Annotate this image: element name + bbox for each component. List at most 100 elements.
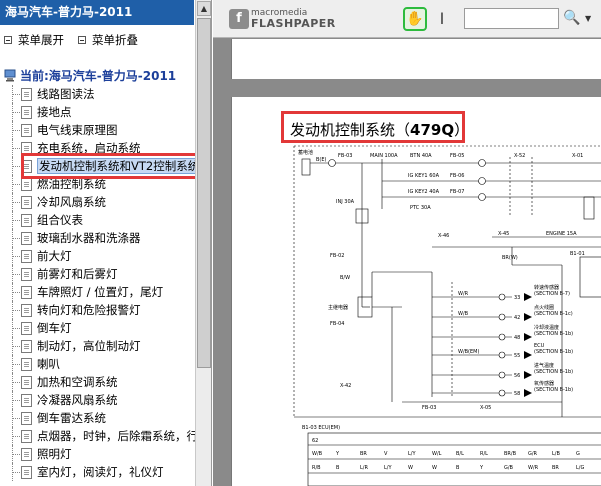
tree-guide-line bbox=[12, 454, 20, 455]
document-icon bbox=[21, 250, 32, 263]
label-fb07: FB-07 bbox=[450, 189, 464, 195]
label-b1-01: B1-01 bbox=[570, 251, 585, 257]
tree-guide-line bbox=[12, 328, 20, 329]
tree-item[interactable]: 倒车雷达系统 bbox=[0, 409, 195, 427]
tree-root[interactable]: 当前:海马汽车-普力马-2011 bbox=[4, 67, 176, 85]
text-select-tool-icon[interactable]: I bbox=[435, 8, 449, 30]
document-icon bbox=[21, 106, 32, 119]
tree-guide-line bbox=[12, 418, 20, 419]
tree-item[interactable]: 线路图读法 bbox=[0, 85, 195, 103]
label-sec-b1b: (SECTION B-1b) bbox=[534, 331, 573, 337]
table-cell: L/Y bbox=[384, 465, 392, 471]
scroll-up-arrow-icon[interactable]: ▲ bbox=[197, 1, 211, 16]
label-fb02: FB-02 bbox=[330, 253, 344, 259]
tree-item[interactable]: 制动灯，高位制动灯 bbox=[0, 337, 195, 355]
tree-guide-line bbox=[12, 436, 20, 437]
menu-panel: 海马汽车-普力马-2011 菜单展开 菜单折叠 当前:海马汽车-普力马-2011… bbox=[0, 0, 212, 486]
search-icon[interactable]: 🔍 bbox=[562, 8, 582, 29]
table-cell: L/R bbox=[360, 465, 368, 471]
tree-item-label: 点烟器，时钟，后除霜系统，行李 bbox=[37, 429, 195, 443]
tree-item[interactable]: 转向灯和危险报警灯 bbox=[0, 301, 195, 319]
table-cell: B bbox=[336, 465, 340, 471]
table-cell: L/Y bbox=[408, 451, 416, 457]
tree-item-label: 制动灯，高位制动灯 bbox=[37, 339, 141, 353]
tree-item[interactable]: 电气线束原理图 bbox=[0, 121, 195, 139]
collapse-label: 菜单折叠 bbox=[92, 33, 138, 47]
table-cell: BR bbox=[360, 451, 367, 457]
label-btn-fuse: BTN 40A bbox=[410, 153, 432, 159]
document-icon bbox=[21, 196, 32, 209]
label-battery: 蓄电池 bbox=[298, 149, 313, 156]
label-x05: X-05 bbox=[480, 405, 491, 411]
search-input[interactable] bbox=[464, 8, 559, 29]
wiring-diagram: 蓄电池 B(E) FB-03 MAIN 100A BTN 40A FB-05 X… bbox=[293, 145, 601, 486]
document-icon bbox=[21, 178, 32, 191]
tree-guide-line bbox=[12, 148, 20, 149]
label-pin-62: 62 bbox=[312, 438, 318, 444]
brand-large: FLASHPAPER bbox=[251, 17, 336, 30]
tree-item-label: 加热和空调系统 bbox=[37, 375, 118, 389]
tree-item[interactable]: 室内灯，阅读灯，礼仪灯 bbox=[0, 463, 195, 481]
table-cell: L/B bbox=[552, 451, 560, 457]
tree-item[interactable]: 接地点 bbox=[0, 103, 195, 121]
label-ig-key1: IG KEY1 60A bbox=[408, 173, 440, 179]
label-pin-56: 56 bbox=[514, 373, 520, 379]
hand-tool-icon[interactable]: ✋ bbox=[403, 7, 427, 31]
tree-guide-line bbox=[12, 274, 20, 275]
scroll-thumb[interactable] bbox=[197, 18, 211, 368]
document-viewer: f macromedia FLASHPAPER ✋ I 🔍 ▼ 发动机控制系统（… bbox=[213, 0, 601, 486]
document-icon bbox=[21, 214, 32, 227]
tree-guide-line bbox=[12, 400, 20, 401]
tree-item[interactable]: 喇叭 bbox=[0, 355, 195, 373]
tree-guide-line bbox=[12, 94, 20, 95]
tree-item[interactable]: 加热和空调系统 bbox=[0, 373, 195, 391]
expand-menu-button[interactable]: 菜单展开 bbox=[4, 32, 64, 48]
tree-item-label: 倒车雷达系统 bbox=[37, 411, 106, 425]
tree-item[interactable]: 冷凝器风扇系统 bbox=[0, 391, 195, 409]
tree-item[interactable]: 前大灯 bbox=[0, 247, 195, 265]
search-dropdown-icon[interactable]: ▼ bbox=[585, 8, 597, 29]
label-br-w: BR(W) bbox=[502, 255, 518, 261]
label-w-b: W/B bbox=[458, 311, 469, 317]
tree-item[interactable]: 倒车灯 bbox=[0, 319, 195, 337]
tree-item[interactable]: 充电系统，启动系统 bbox=[0, 139, 195, 157]
tree-item-label: 冷凝器风扇系统 bbox=[37, 393, 118, 407]
vertical-scrollbar[interactable]: ▲ bbox=[195, 0, 211, 486]
label-comp3: 冷却液温度 bbox=[534, 324, 559, 331]
tree-item[interactable]: 组合仪表 bbox=[0, 211, 195, 229]
tree-item[interactable]: 燃油控制系统 bbox=[0, 175, 195, 193]
label-ig-key2: IG KEY2 40A bbox=[408, 189, 440, 195]
tree-item-label: 燃油控制系统 bbox=[37, 177, 106, 191]
label-main-fuse: MAIN 100A bbox=[370, 153, 398, 159]
table-cell: W/B bbox=[312, 451, 323, 457]
tree-guide-line bbox=[12, 472, 20, 473]
tree-item[interactable]: 点烟器，时钟，后除霜系统，行李 bbox=[0, 427, 195, 445]
tree-item-label: 照明灯 bbox=[37, 447, 72, 461]
tree-item[interactable]: 前雾灯和后雾灯 bbox=[0, 265, 195, 283]
table-cell: L/G bbox=[576, 465, 584, 471]
tree-item[interactable]: 玻璃刮水器和洗涤器 bbox=[0, 229, 195, 247]
tree-item-label: 接地点 bbox=[37, 105, 72, 119]
collapse-menu-button[interactable]: 菜单折叠 bbox=[78, 32, 138, 48]
tree-guide-line bbox=[12, 292, 20, 293]
tree-guide-line bbox=[12, 202, 20, 203]
document-page[interactable]: 发动机控制系统（479Q） 蓄电池 B(E) FB-03 MAIN 100A B… bbox=[231, 97, 601, 486]
label-fb03: FB-03 bbox=[338, 153, 352, 159]
tree-root-label: 当前:海马汽车-普力马-2011 bbox=[20, 69, 177, 83]
label-comp2: 点火线圈 bbox=[534, 304, 554, 311]
table-cell: V bbox=[384, 451, 388, 457]
tree-item[interactable]: 车牌照灯 / 位置灯，尾灯 bbox=[0, 283, 195, 301]
label-relay: 主继电器 bbox=[328, 304, 348, 311]
tree-item[interactable]: 发动机控制系统和VT2控制系统 bbox=[0, 157, 195, 175]
label-sec-b1c: (SECTION B-1c) bbox=[534, 311, 573, 317]
table-cell: Y bbox=[479, 465, 484, 471]
tree-item[interactable]: 照明灯 bbox=[0, 445, 195, 463]
tree-item-label: 倒车灯 bbox=[37, 321, 72, 335]
tree-item-label: 玻璃刮水器和洗涤器 bbox=[37, 231, 141, 245]
tree-guide-line bbox=[12, 238, 20, 239]
tree-item-label: 冷却风扇系统 bbox=[37, 195, 106, 209]
tree-guide-line bbox=[12, 184, 20, 185]
tree-item[interactable]: 冷却风扇系统 bbox=[0, 193, 195, 211]
label-fb03b: FB-03 bbox=[422, 405, 436, 411]
label-w-r: W/R bbox=[458, 291, 469, 297]
